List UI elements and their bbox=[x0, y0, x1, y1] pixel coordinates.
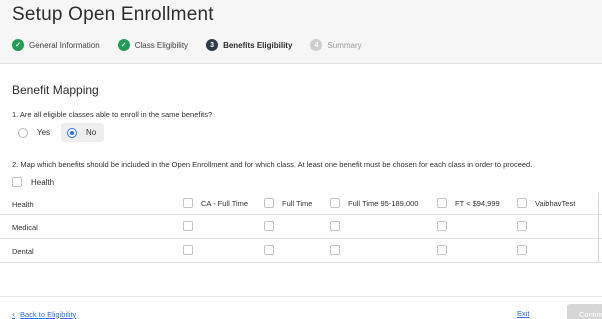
checkbox-icon[interactable] bbox=[330, 245, 340, 255]
step-class-eligibility[interactable]: ✓ Class Eligibility bbox=[117, 39, 189, 51]
row-label: Dental bbox=[12, 247, 34, 256]
health-select-all-label: Health bbox=[31, 177, 55, 187]
checkbox-icon[interactable] bbox=[264, 198, 274, 208]
health-select-all[interactable]: Health bbox=[12, 177, 54, 187]
step-benefits-eligibility[interactable]: 3 Benefits Eligibility bbox=[206, 39, 292, 51]
table-row: Medical bbox=[0, 215, 602, 239]
column-label: FT < $94,999 bbox=[455, 198, 500, 208]
column-label: Full Time 95-189,000 bbox=[348, 198, 419, 208]
radio-no-label: No bbox=[86, 128, 97, 137]
checkbox-icon[interactable] bbox=[264, 221, 274, 231]
table-row: Dental bbox=[0, 239, 602, 263]
column-header[interactable]: Full Time bbox=[264, 198, 312, 208]
column-label: Full Time bbox=[282, 198, 313, 208]
chevron-left-icon: ‹ bbox=[12, 309, 15, 319]
step-label: Class Eligibility bbox=[134, 40, 189, 50]
checkbox-icon[interactable] bbox=[517, 198, 527, 208]
exit-link[interactable]: Exit bbox=[517, 309, 530, 318]
column-header[interactable]: FT < $94,999 bbox=[437, 198, 500, 208]
scroll-divider bbox=[598, 193, 599, 263]
benefit-mapping-table: Health CA - Full Time Full Time Full Tim… bbox=[0, 193, 602, 263]
back-label: Back to Eligibility bbox=[20, 309, 77, 319]
table-header-row: Health CA - Full Time Full Time Full Tim… bbox=[0, 193, 602, 215]
checkbox-icon[interactable] bbox=[437, 245, 447, 255]
checkbox-icon[interactable] bbox=[437, 198, 447, 208]
step-label: General Information bbox=[29, 40, 100, 50]
question-map-benefits: 2. Map which benefits should be included… bbox=[12, 160, 533, 169]
checkbox-icon[interactable] bbox=[517, 245, 527, 255]
column-header[interactable]: CA - Full Time bbox=[183, 198, 248, 208]
checkbox-icon[interactable] bbox=[12, 177, 22, 187]
checkbox-icon[interactable] bbox=[517, 221, 527, 231]
row-header-health: Health bbox=[12, 200, 34, 209]
step-number-4-icon: 4 bbox=[310, 39, 323, 51]
step-label: Benefits Eligibility bbox=[223, 40, 293, 50]
question-same-benefits: 1. Are all eligible classes able to enro… bbox=[12, 110, 213, 119]
continue-button[interactable]: Continue bbox=[567, 304, 602, 319]
radio-icon[interactable] bbox=[18, 127, 28, 138]
column-header[interactable]: VaibhavTest bbox=[517, 198, 575, 208]
radio-yes-label: Yes bbox=[37, 128, 51, 137]
check-circle-icon: ✓ bbox=[117, 39, 130, 51]
step-number-3-icon: 3 bbox=[206, 39, 219, 51]
step-general-information[interactable]: ✓ General Information bbox=[12, 39, 100, 51]
checkbox-icon[interactable] bbox=[183, 198, 193, 208]
checkbox-icon[interactable] bbox=[330, 221, 340, 231]
checkbox-icon[interactable] bbox=[264, 245, 274, 255]
row-label: Medical bbox=[12, 223, 38, 232]
checkbox-icon[interactable] bbox=[330, 198, 340, 208]
checkbox-icon[interactable] bbox=[437, 221, 447, 231]
check-circle-icon: ✓ bbox=[12, 39, 24, 51]
back-to-eligibility-link[interactable]: ‹ Back to Eligibility bbox=[12, 309, 76, 319]
radio-yes[interactable]: Yes bbox=[12, 123, 58, 142]
checkbox-icon[interactable] bbox=[183, 221, 193, 231]
column-label: CA - Full Time bbox=[201, 198, 249, 208]
column-label: VaibhavTest bbox=[535, 198, 576, 208]
stepper: ✓ General Information ✓ Class Eligibilit… bbox=[12, 38, 380, 52]
page-header: Setup Open Enrollment ✓ General Informat… bbox=[0, 0, 602, 64]
step-label: Summary bbox=[327, 40, 362, 50]
checkbox-icon[interactable] bbox=[183, 245, 193, 255]
section-title: Benefit Mapping bbox=[12, 83, 99, 97]
page-title: Setup Open Enrollment bbox=[12, 4, 214, 25]
radio-selected-icon[interactable] bbox=[67, 127, 77, 138]
footer-divider bbox=[0, 296, 602, 297]
step-summary: 4 Summary bbox=[310, 39, 362, 51]
column-header[interactable]: Full Time 95-189,000 bbox=[330, 198, 418, 208]
radio-no[interactable]: No bbox=[61, 123, 105, 142]
